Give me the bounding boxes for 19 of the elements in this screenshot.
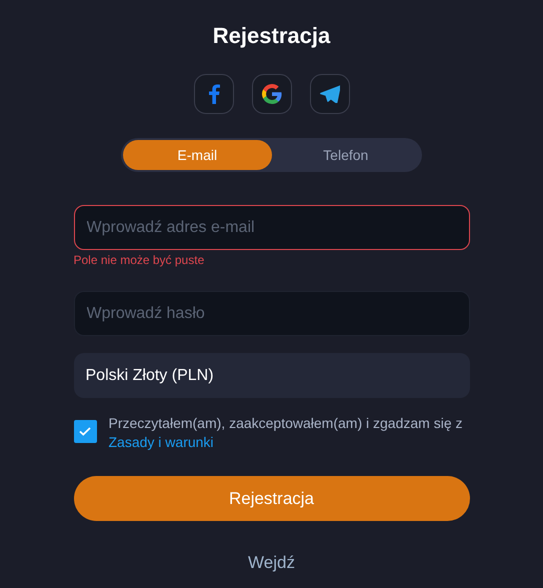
register-button[interactable]: Rejestracja [74, 476, 470, 521]
error-message: Pole nie może być puste [74, 253, 206, 267]
terms-checkbox[interactable] [74, 420, 96, 443]
login-link[interactable]: Wejdź [248, 553, 295, 573]
page-title: Rejestracja [212, 22, 330, 50]
social-login-button[interactable] [310, 74, 350, 114]
input-field[interactable]: Wprowadź hasło [74, 291, 470, 336]
google-icon [262, 84, 282, 104]
check-icon [79, 427, 91, 436]
terms-link[interactable]: Zasady i warunki [108, 434, 214, 450]
currency-select[interactable]: Polski Złoty (PLN) [74, 353, 470, 398]
input-field[interactable]: Wprowadź adres e-mail [74, 205, 470, 250]
method-tab[interactable]: E-mail [123, 140, 272, 170]
social-login-button[interactable] [252, 74, 292, 114]
paper-plane-icon [320, 85, 340, 103]
terms-text: Przeczytałem(am), zaakceptowałem(am) i zgadzam się z Zasady i warunki [108, 414, 464, 452]
facebook-icon [208, 84, 220, 104]
method-tab[interactable]: Telefon [272, 140, 420, 170]
social-login-button[interactable] [194, 74, 234, 114]
